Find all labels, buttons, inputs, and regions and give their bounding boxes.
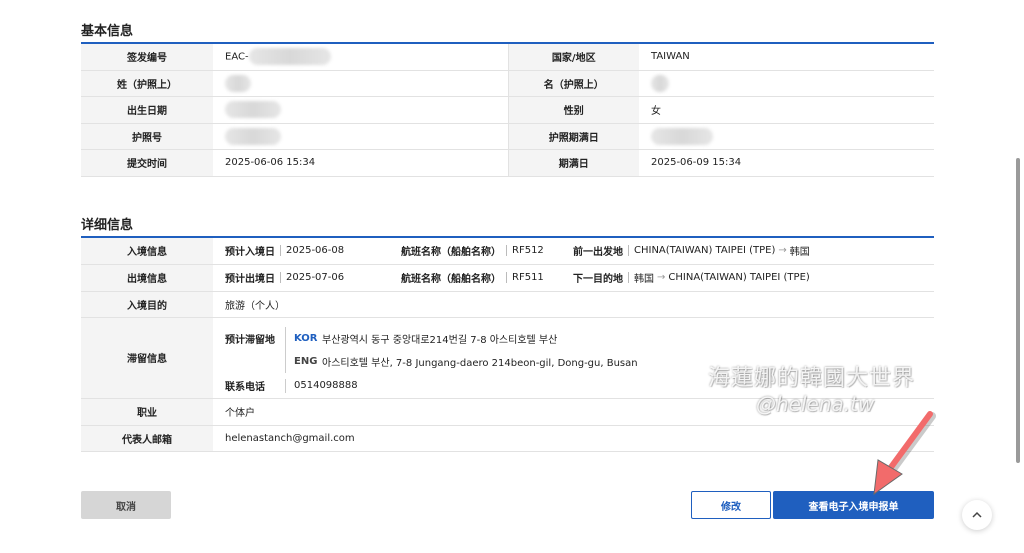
purpose-label: 入境目的 — [81, 291, 213, 318]
submit-time-value: 2025-06-06 15:34 — [213, 149, 508, 177]
table-row: 提交时间 2025-06-06 15:34 期满日 2025-06-09 15:… — [81, 149, 934, 177]
exit-date-value: 2025-07-06 — [286, 272, 345, 283]
email-value: helenastanch@gmail.com — [213, 425, 934, 452]
prev-departure-to: 韩国 — [789, 247, 810, 259]
exit-flight-label: 航班名称（船舶名称） — [401, 274, 501, 285]
surname-value — [213, 70, 508, 97]
next-destination-to: CHINA(TAIWAN) TAIPEI (TPE) — [668, 272, 810, 283]
email-label: 代表人邮箱 — [81, 425, 213, 452]
passport-number-label: 护照号 — [81, 123, 213, 150]
table-row: 姓（护照上） 名（护照上） — [81, 70, 934, 97]
kor-tag: KOR — [294, 332, 318, 344]
entry-info-label: 入境信息 — [81, 238, 213, 265]
eng-tag: ENG — [294, 355, 318, 367]
issue-number-value: EAC- — [213, 44, 508, 71]
entry-date-value: 2025-06-08 — [286, 245, 345, 257]
birth-date-label: 出生日期 — [81, 96, 213, 124]
edit-button[interactable]: 修改 — [691, 491, 771, 519]
table-row: 代表人邮箱 helenastanch@gmail.com — [81, 425, 934, 452]
prev-departure-label: 前一出发地 — [573, 247, 623, 259]
scroll-to-top-button[interactable] — [962, 500, 992, 530]
issue-number-label: 签发编号 — [81, 44, 213, 71]
redacted-mask — [651, 74, 669, 92]
kor-address: 부산광역시 동구 중앙대로214번길 7-8 아스티호텔 부산 — [322, 334, 558, 346]
given-name-value — [639, 70, 934, 97]
table-row: 入境信息 预计入境日 2025-06-08 航班名称（船舶名称） RF512 前… — [81, 238, 934, 265]
scrollbar-thumb[interactable] — [1016, 158, 1020, 463]
passport-expiry-label: 护照期满日 — [507, 123, 639, 150]
entry-info-value: 预计入境日 2025-06-08 航班名称（船舶名称） RF512 前一出发地 … — [213, 238, 934, 265]
prev-departure-from: CHINA(TAIWAN) TAIPEI (TPE) — [634, 245, 776, 257]
purpose-value: 旅游（个人） — [213, 291, 934, 318]
entry-flight-label: 航班名称（船舶名称） — [401, 247, 501, 259]
cancel-button[interactable]: 取消 — [81, 491, 171, 519]
annotation-arrow-icon — [873, 411, 936, 496]
expiry-date-label: 期满日 — [507, 149, 639, 177]
table-row: 护照号 护照期满日 — [81, 123, 934, 150]
table-row: 出境信息 预计出境日 2025-07-06 航班名称（船舶名称） RF511 下… — [81, 264, 934, 292]
country-label: 国家/地区 — [507, 44, 639, 71]
given-name-label: 名（护照上） — [507, 70, 639, 97]
redacted-mask — [248, 48, 331, 66]
phone-label: 联系电话 — [225, 382, 265, 393]
exit-flight-value: RF511 — [512, 272, 544, 283]
chevron-up-icon — [972, 511, 982, 518]
entry-flight-value: RF512 — [512, 245, 544, 257]
table-row: 入境目的 旅游（个人） — [81, 291, 934, 318]
basic-info-table: 签发编号 EAC- 国家/地区 TAIWAN 姓（护照上） 名（护照上） 出生日… — [81, 44, 934, 177]
redacted-mask — [225, 127, 281, 145]
route-arrow-icon: → — [778, 245, 787, 257]
passport-number-value — [213, 123, 508, 150]
eng-address: 아스티호텔 부산, 7-8 Jungang-daero 214beon-gil,… — [322, 357, 638, 369]
detail-info-table: 入境信息 预计入境日 2025-06-08 航班名称（船舶名称） RF512 前… — [81, 238, 934, 452]
gender-label: 性别 — [507, 96, 639, 124]
gender-value: 女 — [639, 96, 934, 124]
expiry-date-value: 2025-06-09 15:34 — [639, 149, 934, 177]
stay-address-label: 预计滞留地 — [225, 334, 275, 346]
submit-time-label: 提交时间 — [81, 149, 213, 177]
redacted-mask — [225, 74, 251, 92]
phone-value: 0514098888 — [285, 378, 358, 393]
passport-expiry-value — [639, 123, 934, 150]
table-row: 出生日期 性别 女 — [81, 96, 934, 124]
watermark-handle: @helena.tw — [756, 392, 875, 416]
exit-info-value: 预计出境日 2025-07-06 航班名称（船舶名称） RF511 下一目的地 … — [213, 264, 934, 292]
surname-label: 姓（护照上） — [81, 70, 213, 97]
occupation-label: 职业 — [81, 398, 213, 426]
birth-date-value — [213, 96, 508, 124]
exit-info-label: 出境信息 — [81, 264, 213, 292]
basic-info-title: 基本信息 — [81, 24, 134, 39]
redacted-mask — [225, 101, 281, 118]
next-destination-from: 韩国 — [634, 274, 654, 285]
redacted-mask — [651, 127, 713, 145]
country-value: TAIWAN — [639, 44, 934, 71]
route-arrow-icon: → — [657, 272, 666, 283]
table-row: 签发编号 EAC- 国家/地区 TAIWAN — [81, 44, 934, 71]
detail-info-title: 详细信息 — [81, 218, 134, 233]
stay-info-label: 滞留信息 — [81, 317, 213, 399]
entry-date-label: 预计入境日 — [225, 247, 275, 259]
exit-date-label: 预计出境日 — [225, 274, 275, 285]
next-destination-label: 下一目的地 — [573, 274, 623, 285]
watermark-title: 海蓮娜的韓國大世界 — [708, 366, 916, 391]
